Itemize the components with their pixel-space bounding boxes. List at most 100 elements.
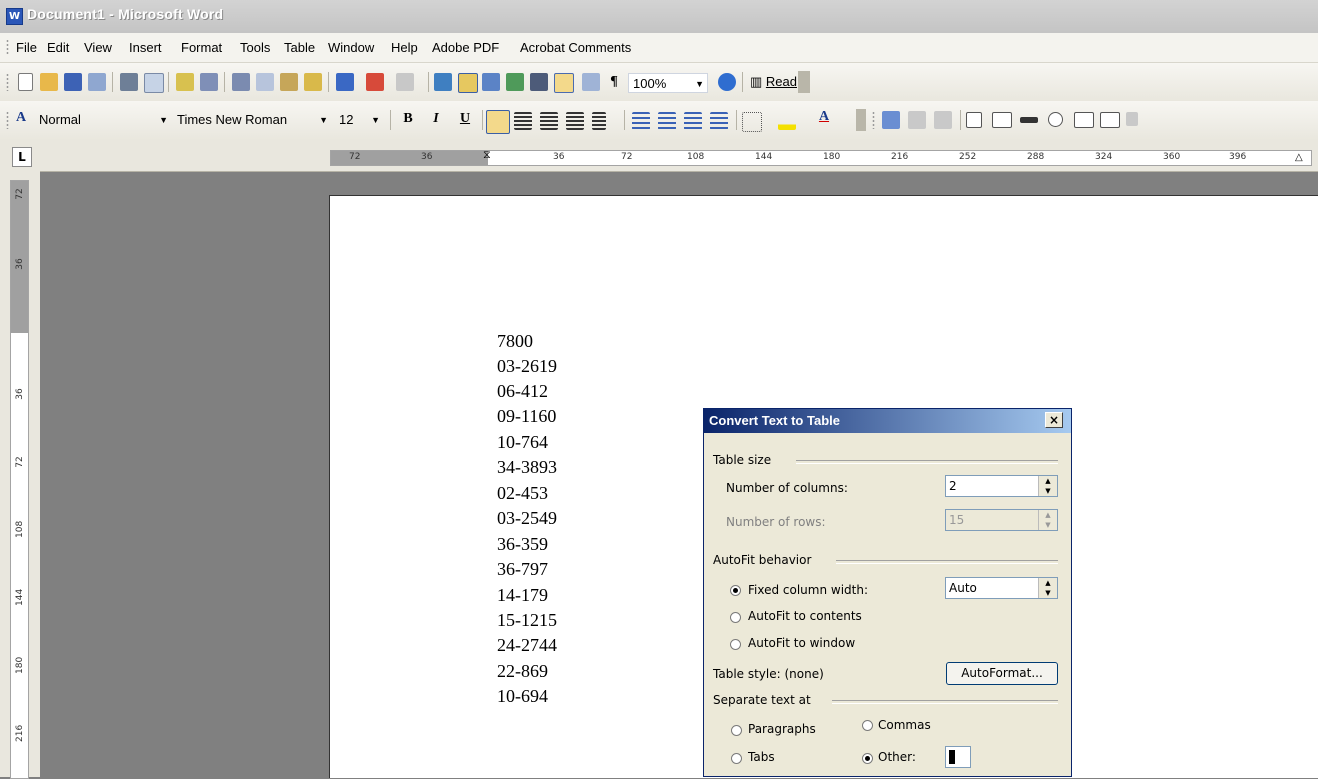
- italic-button[interactable]: I: [426, 111, 446, 127]
- document-line[interactable]: 36-797: [497, 559, 548, 580]
- save-icon[interactable]: [64, 73, 82, 91]
- document-line[interactable]: 10-694: [497, 686, 548, 707]
- horizontal-ruler[interactable]: 72 36 36 72 108 144 180 216 252 288 324 …: [330, 148, 1312, 166]
- document-line[interactable]: 22-869: [497, 661, 548, 682]
- properties-icon[interactable]: [908, 111, 926, 129]
- option-button-icon[interactable]: [1048, 112, 1063, 127]
- research-icon[interactable]: [200, 73, 218, 91]
- combobox-control-icon[interactable]: [1100, 112, 1120, 128]
- close-button[interactable]: ×: [1045, 412, 1063, 428]
- fixed-width-radio[interactable]: [730, 585, 741, 596]
- tabs-radio[interactable]: [731, 753, 742, 764]
- style-select[interactable]: Normal ▼: [34, 109, 172, 129]
- spelling-icon[interactable]: [176, 73, 194, 91]
- paragraphs-radio[interactable]: [731, 725, 742, 736]
- listbox-control-icon[interactable]: [1074, 112, 1094, 128]
- tab-selector[interactable]: L: [12, 147, 32, 167]
- menu-file[interactable]: File: [16, 40, 37, 55]
- borders-icon[interactable]: [742, 112, 762, 132]
- autofit-contents-radio[interactable]: [730, 612, 741, 623]
- drawing-icon[interactable]: [554, 73, 574, 93]
- spin-buttons[interactable]: ▲ ▼: [1038, 578, 1057, 598]
- paragraphs-label[interactable]: Paragraphs: [748, 722, 816, 736]
- indent-marker-icon[interactable]: ⧖: [483, 148, 491, 162]
- menu-table[interactable]: Table: [284, 40, 315, 55]
- document-map-icon[interactable]: [582, 73, 600, 91]
- justify-icon[interactable]: [566, 112, 584, 130]
- tabs-label[interactable]: Tabs: [748, 750, 775, 764]
- align-center-icon[interactable]: [514, 112, 532, 130]
- print-icon[interactable]: [120, 73, 138, 91]
- document-line[interactable]: 14-179: [497, 585, 548, 606]
- tables-borders-icon[interactable]: [458, 73, 478, 93]
- other-label[interactable]: Other:: [878, 750, 916, 764]
- vertical-ruler[interactable]: 72 36 36 72 108 144 180 216: [10, 180, 29, 779]
- help-icon[interactable]: [718, 73, 736, 91]
- columns-stepper[interactable]: 2 ▲ ▼: [945, 475, 1058, 497]
- autofit-contents-label[interactable]: AutoFit to contents: [748, 609, 862, 623]
- line-spacing-icon[interactable]: [592, 112, 606, 130]
- font-size-select[interactable]: 12 ▼: [334, 109, 384, 129]
- autoformat-button[interactable]: AutoFormat...: [946, 662, 1058, 685]
- toolbar-options-icon[interactable]: [856, 109, 866, 131]
- read-button[interactable]: ▥ Read: [750, 74, 797, 90]
- show-hide-icon[interactable]: ¶: [604, 74, 624, 90]
- decrease-indent-icon[interactable]: [684, 112, 702, 130]
- toolbar-grip[interactable]: [6, 73, 9, 91]
- redo-icon[interactable]: [396, 73, 414, 91]
- spin-down-icon[interactable]: ▼: [1039, 588, 1057, 598]
- insert-excel-icon[interactable]: [506, 73, 524, 91]
- right-indent-marker-icon[interactable]: △: [1295, 152, 1303, 163]
- document-line[interactable]: 02-453: [497, 483, 548, 504]
- new-document-icon[interactable]: [18, 73, 33, 91]
- menu-adobe-pdf[interactable]: Adobe PDF: [432, 40, 499, 55]
- open-folder-icon[interactable]: [40, 73, 58, 91]
- format-painter-icon[interactable]: [304, 73, 322, 91]
- fixed-width-stepper[interactable]: Auto ▲ ▼: [945, 577, 1058, 599]
- menu-edit[interactable]: Edit: [47, 40, 69, 55]
- document-line[interactable]: 34-3893: [497, 457, 557, 478]
- menu-grip[interactable]: [6, 39, 9, 55]
- document-line[interactable]: 36-359: [497, 534, 548, 555]
- document-line[interactable]: 10-764: [497, 432, 548, 453]
- view-code-icon[interactable]: [934, 111, 952, 129]
- bold-button[interactable]: B: [398, 111, 418, 127]
- toolbar-grip[interactable]: [872, 111, 875, 129]
- menu-window[interactable]: Window: [328, 40, 374, 55]
- commas-radio[interactable]: [862, 720, 873, 731]
- design-mode-icon[interactable]: [882, 111, 900, 129]
- underline-button[interactable]: U: [455, 111, 475, 127]
- undo-icon[interactable]: [336, 73, 354, 91]
- cut-icon[interactable]: [232, 73, 250, 91]
- document-line[interactable]: 24-2744: [497, 635, 557, 656]
- insert-table-icon[interactable]: [482, 73, 500, 91]
- commas-label[interactable]: Commas: [878, 718, 931, 732]
- toolbar-options-icon[interactable]: [798, 71, 810, 93]
- menu-view[interactable]: View: [84, 40, 112, 55]
- autofit-window-label[interactable]: AutoFit to window: [748, 636, 855, 650]
- textbox-control-icon[interactable]: [992, 112, 1012, 128]
- menu-help[interactable]: Help: [391, 40, 418, 55]
- print-preview-icon[interactable]: [144, 73, 164, 93]
- zoom-select[interactable]: 100% ▼: [628, 73, 708, 93]
- ink-annotation-icon[interactable]: [366, 73, 384, 91]
- spin-up-icon[interactable]: ▲: [1039, 476, 1057, 486]
- document-line[interactable]: 15-1215: [497, 610, 557, 631]
- spin-up-icon[interactable]: ▲: [1039, 578, 1057, 588]
- hyperlink-icon[interactable]: [434, 73, 452, 91]
- align-left-icon[interactable]: [486, 110, 510, 134]
- menu-format[interactable]: Format: [181, 40, 222, 55]
- toggle-button-icon[interactable]: [1126, 112, 1138, 126]
- document-line[interactable]: 09-1160: [497, 406, 556, 427]
- other-separator-input[interactable]: [945, 746, 971, 768]
- paste-icon[interactable]: [280, 73, 298, 91]
- button-control-icon[interactable]: [1020, 117, 1038, 123]
- bullets-icon[interactable]: [658, 112, 676, 130]
- document-line[interactable]: 7800: [497, 331, 533, 352]
- columns-icon[interactable]: [530, 73, 548, 91]
- other-radio[interactable]: [862, 753, 873, 764]
- word-app-icon[interactable]: W: [6, 8, 23, 25]
- toolbar-grip[interactable]: [6, 111, 9, 129]
- autofit-window-radio[interactable]: [730, 639, 741, 650]
- copy-icon[interactable]: [256, 73, 274, 91]
